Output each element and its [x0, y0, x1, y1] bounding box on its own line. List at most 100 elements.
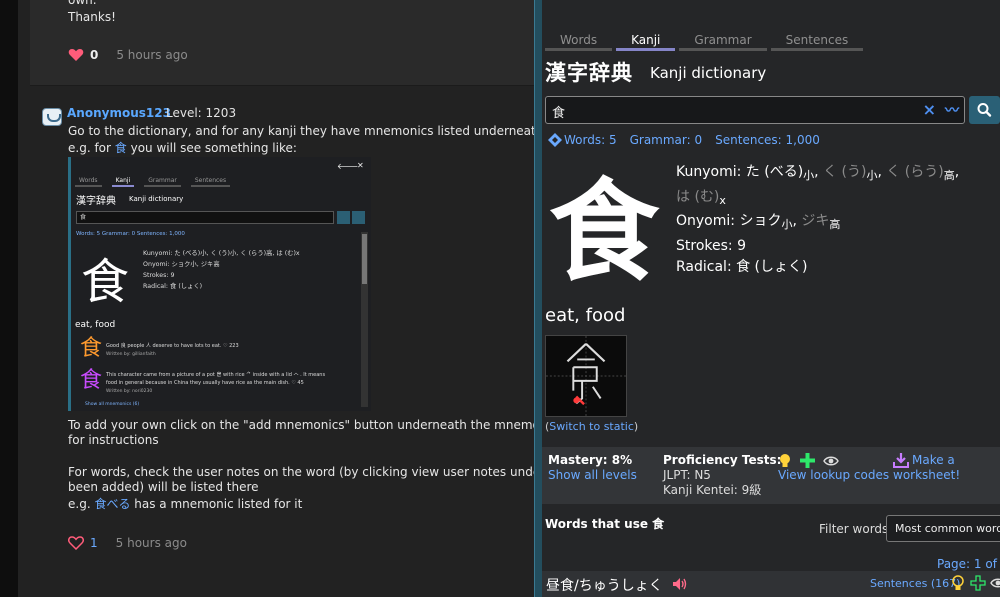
- kanji-kentei-level: Kanji Kentei: 9級: [663, 483, 762, 497]
- heart-icon[interactable]: [68, 48, 84, 62]
- avatar[interactable]: [42, 108, 62, 126]
- kanji-meaning: eat, food: [545, 305, 626, 326]
- post-line: Go to the dictionary, and for any kanji …: [68, 124, 534, 138]
- make-worksheet-link-cont[interactable]: worksheet!: [893, 468, 960, 483]
- eye-icon[interactable]: [823, 455, 839, 467]
- back-arrow-icon: 🡐: [337, 162, 359, 171]
- post-body: own. Thanks!: [68, 0, 116, 24]
- kunyomi-row: Kunyomi: た (べる)小, く (う)小, く (らう)高,: [676, 164, 960, 182]
- thumb-search: 食: [76, 211, 334, 224]
- thumb-filter-icon: [352, 211, 365, 224]
- search-button[interactable]: [969, 96, 1000, 124]
- thumb-show-all: Show all mnemonics (6): [85, 402, 140, 407]
- kanji-display: 食: [549, 168, 659, 296]
- download-icon[interactable]: [893, 453, 909, 468]
- post-line: e.g. for 食 you will see something like:: [68, 141, 297, 155]
- like-count: 1: [90, 536, 98, 550]
- switch-static: (Switch to static): [545, 420, 639, 433]
- pagination: Page: 1 of 2: [937, 557, 1000, 571]
- handwriting-icon[interactable]: 〰: [945, 100, 959, 120]
- sentences-link[interactable]: Sentences (167): [870, 577, 960, 590]
- window-edge: [0, 0, 18, 597]
- tab-sentences[interactable]: Sentences: [770, 33, 864, 51]
- post-time: 5 hours ago: [115, 536, 187, 550]
- dictionary-tabs: Words Kanji Grammar Sentences: [545, 33, 864, 51]
- page-title: 漢字辞典: [545, 61, 633, 85]
- search-value: 食: [552, 106, 566, 121]
- make-worksheet-link[interactable]: Make a: [912, 453, 955, 468]
- mastery-col: Mastery: 8% Show all levels: [548, 453, 637, 483]
- thumb-mnemonic-text: Good 良 people 人 deserve to have lots to …: [106, 343, 239, 349]
- word-list-item[interactable]: 昼食/ちゅうしょく Sentences (167): [542, 571, 1000, 597]
- word-reading[interactable]: 昼食/ちゅうしょく: [546, 575, 663, 595]
- proficiency-label: Proficiency Tests:: [663, 453, 782, 467]
- post-line: been added) will be listed there: [68, 480, 259, 494]
- thumb-mnemonic-author: Written by: gillianfaith: [106, 352, 156, 357]
- forum-post: Anonymous123 Level: 1203 Go to the dicti…: [30, 87, 534, 597]
- like-row: 0 5 hours ago: [68, 48, 188, 62]
- username[interactable]: Anonymous123: [67, 106, 171, 120]
- heart-outline-icon[interactable]: [68, 536, 84, 550]
- mastery-label: Mastery: 8%: [548, 453, 633, 467]
- forum-pane: own. Thanks! 0 5 hours ago Anonymous123 …: [18, 0, 534, 597]
- word-link[interactable]: 食べる: [94, 497, 130, 511]
- lightbulb-icon[interactable]: [778, 453, 792, 468]
- onyomi-row: Onyomi: ショク小, ジキ高: [676, 213, 841, 231]
- tab-grammar[interactable]: Grammar: [679, 33, 767, 51]
- tab-kanji[interactable]: Kanji: [616, 33, 676, 51]
- show-all-levels-link[interactable]: Show all levels: [548, 468, 637, 483]
- thumb-subtitle: Kanji dictionary: [129, 195, 184, 203]
- diamond-icon: [548, 133, 562, 147]
- thumb-counts: Words: 5 Grammar: 0 Sentences: 1,000: [76, 231, 185, 237]
- close-icon: ✕: [357, 161, 364, 170]
- result-counts: Words: 5 Grammar: 0 Sentences: 1,000: [548, 133, 833, 147]
- kunyomi-row-cont: は (む)x: [676, 188, 726, 207]
- words-that-use-heading: Words that use 食: [545, 517, 665, 531]
- post-time: 5 hours ago: [116, 48, 188, 62]
- dictionary-panel: Words Kanji Grammar Sentences 漢字辞典 Kanji…: [542, 0, 1000, 597]
- thumb-title: 漢字辞典: [76, 196, 116, 207]
- user-level: Level: 1203: [166, 106, 237, 120]
- eye-icon[interactable]: [990, 575, 1000, 591]
- thumb-search-icon: [337, 211, 350, 224]
- proficiency-bar: Mastery: 8% Show all levels Proficiency …: [542, 447, 1000, 504]
- thumb-mnemonic-kanji: 食: [80, 368, 103, 393]
- thumb-mnemonic-text: This character came from a picture of a …: [106, 372, 326, 378]
- add-outline-icon[interactable]: [970, 575, 986, 591]
- grammar-count-link[interactable]: Grammar: 0: [630, 133, 703, 147]
- like-count: 0: [90, 48, 99, 62]
- stroke-order-animation[interactable]: [545, 335, 627, 417]
- jlpt-level: JLPT: N5: [663, 468, 711, 482]
- kanji-readings: Kunyomi: た (べる)小, く (う)小, く (らう)高, は (む)…: [676, 162, 959, 279]
- stroke-order-icon: [546, 336, 626, 416]
- filter-label: Filter words:: [819, 522, 893, 536]
- thumb-mnemonic-author: Written by: nori0230: [106, 389, 153, 394]
- thumb-scrollbar: [361, 232, 368, 407]
- thumb-meaning: eat, food: [75, 320, 116, 330]
- strokes-row: Strokes: 9: [676, 237, 746, 254]
- kanji-link[interactable]: 食: [115, 141, 127, 155]
- thumb-mnemonic-kanji: 食: [80, 336, 103, 361]
- forum-post: own. Thanks! 0 5 hours ago: [30, 0, 534, 86]
- page-subtitle: Kanji dictionary: [650, 64, 767, 82]
- thumb-kanji: 食: [81, 254, 130, 310]
- lightbulb-outline-icon[interactable]: [950, 575, 966, 591]
- add-icon[interactable]: [800, 453, 815, 468]
- search-input[interactable]: 食 × 〰: [545, 96, 965, 124]
- switch-static-link[interactable]: Switch to static: [549, 420, 634, 433]
- tab-words[interactable]: Words: [545, 33, 613, 51]
- search-icon: [977, 103, 992, 117]
- proficiency-col: Proficiency Tests: JLPT: N5 Kanji Kentei…: [663, 453, 781, 498]
- worksheet-col: Make a worksheet!: [893, 453, 960, 483]
- clear-icon[interactable]: ×: [923, 100, 936, 119]
- lookup-col: View lookup codes: [778, 453, 889, 483]
- view-lookup-codes-link[interactable]: View lookup codes: [778, 468, 889, 483]
- embedded-screenshot: 🡐 ✕ Words Kanji Grammar Sentences 漢字辞典 K…: [68, 157, 371, 411]
- filter-select[interactable]: Most common words: [886, 515, 1000, 542]
- speaker-icon[interactable]: [672, 577, 688, 591]
- sentences-count-link[interactable]: Sentences: 1,000: [715, 133, 820, 147]
- words-count-link[interactable]: Words: 5: [564, 133, 617, 147]
- panel-divider[interactable]: [534, 0, 542, 597]
- like-row: 1 5 hours ago: [68, 536, 187, 550]
- post-line: To add your own click on the "add mnemon…: [68, 418, 534, 432]
